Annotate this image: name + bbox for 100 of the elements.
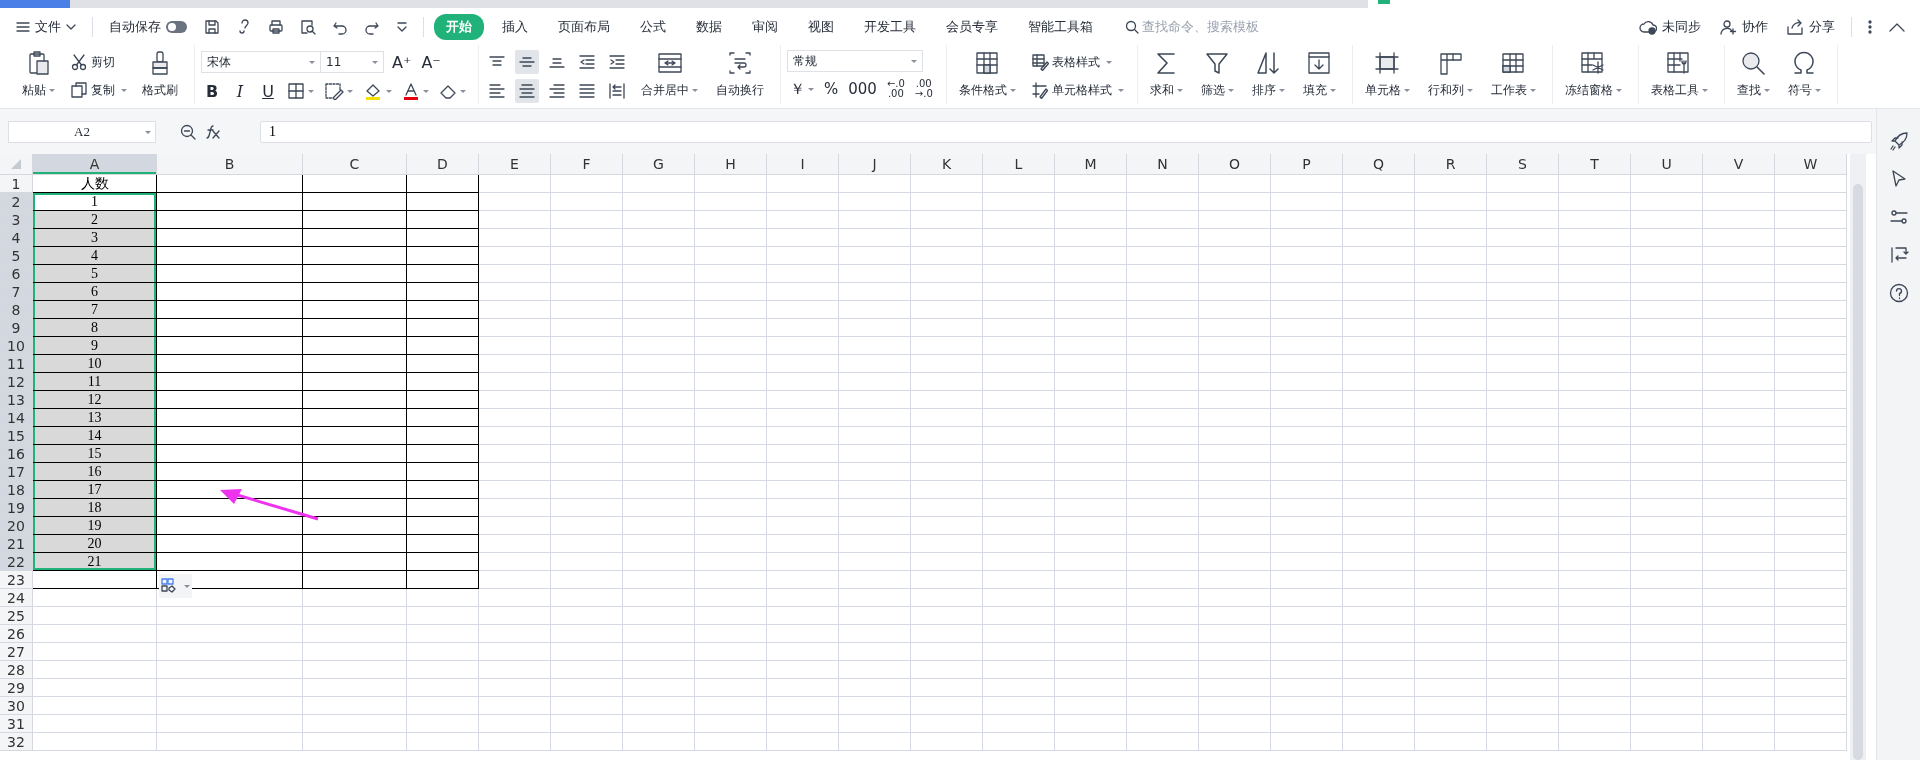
row-header[interactable]: 8 [0,301,33,319]
row-header[interactable]: 21 [0,535,33,553]
decimal-button[interactable]: .00 →.0 [911,77,936,101]
row-header[interactable]: 13 [0,391,33,409]
grow-font-button[interactable]: A⁺ [390,50,414,74]
ribbon-button[interactable]: 工作表 [1484,47,1542,101]
row-header[interactable]: 9 [0,319,33,337]
bold-button[interactable]: B [201,79,223,103]
ribbon-button[interactable]: 剪切 [67,51,130,73]
row-header[interactable]: 6 [0,265,33,283]
ribbon-button[interactable]: 复制 [67,79,130,101]
ribbon-button[interactable]: 自动换行 [710,47,770,101]
column-header[interactable]: J [839,154,911,175]
row-header[interactable]: 26 [0,625,33,643]
column-header[interactable]: I [767,154,839,175]
column-header[interactable]: L [983,154,1055,175]
number-button[interactable]: ￥ [787,77,817,101]
column-header[interactable]: U [1631,154,1703,175]
ribbon-button[interactable]: 填充 [1296,47,1342,101]
row-header[interactable]: 20 [0,517,33,535]
ribbon-tab[interactable]: 页面布局 [546,13,622,40]
row-header[interactable]: 2 [0,193,33,211]
autosave-toggle[interactable]: 自动保存 [103,13,193,40]
row-header[interactable]: 18 [0,481,33,499]
row-header[interactable]: 30 [0,697,33,715]
column-header[interactable]: M [1055,154,1127,175]
column-header[interactable]: F [551,154,623,175]
row-header[interactable]: 1 [0,175,33,193]
number-button[interactable]: % [821,77,842,101]
paste-options-button[interactable] [159,574,192,598]
row-header[interactable]: 14 [0,409,33,427]
column-header[interactable]: A [33,154,157,175]
row-header[interactable]: 28 [0,661,33,679]
ribbon-tab[interactable]: 开发工具 [852,13,928,40]
decimal-button[interactable]: ←.0 .00 [883,77,908,101]
row-header[interactable]: 24 [0,589,33,607]
column-header[interactable]: S [1487,154,1559,175]
ribbon-button[interactable]: 符号 [1781,47,1827,101]
ribbon-button[interactable]: 冻结窗格 [1558,47,1628,101]
row-header[interactable]: 12 [0,373,33,391]
ribbon-button[interactable]: 查找 [1730,47,1776,101]
align-button[interactable] [515,79,539,103]
ribbon-button[interactable]: 排序 [1245,47,1291,101]
row-header[interactable]: 4 [0,229,33,247]
ribbon-button[interactable]: 合并居中 [635,47,704,101]
row-header[interactable]: 10 [0,337,33,355]
italic-button[interactable]: I [229,79,251,103]
ribbon-button[interactable]: 单元格样式 [1027,79,1127,101]
column-header[interactable]: O [1199,154,1271,175]
ribbon-button[interactable]: 行和列 [1421,47,1479,101]
vertical-scrollbar[interactable] [1850,154,1866,760]
column-header[interactable]: T [1559,154,1631,175]
ribbon-tab[interactable]: 审阅 [740,13,790,40]
column-header[interactable]: K [911,154,983,175]
font-size-select[interactable]: 11 [320,51,384,73]
column-header[interactable]: Q [1343,154,1415,175]
number-button[interactable]: 000 [845,77,880,101]
row-header[interactable]: 27 [0,643,33,661]
ribbon-button[interactable]: 格式刷 [136,47,184,101]
row-header[interactable]: 15 [0,427,33,445]
row-header[interactable]: 19 [0,499,33,517]
row-header[interactable]: 29 [0,679,33,697]
row-header[interactable]: 23 [0,571,33,589]
font-select[interactable]: 宋体 [201,51,321,73]
underline-button[interactable]: U [257,79,279,103]
formula-input[interactable]: 1 [260,120,1872,143]
column-header[interactable]: H [695,154,767,175]
header-action[interactable]: 分享 [1780,13,1841,40]
column-header[interactable]: C [303,154,407,175]
ribbon-tab[interactable]: 智能工具箱 [1016,13,1105,40]
number-format-select[interactable]: 常规 [787,50,923,72]
row-header[interactable]: 32 [0,733,33,751]
ribbon-tab[interactable]: 公式 [628,13,678,40]
ribbon-button[interactable]: 表格样式 [1027,51,1127,73]
column-header[interactable]: E [479,154,551,175]
column-header[interactable]: V [1703,154,1775,175]
row-header[interactable]: 17 [0,463,33,481]
ribbon-button[interactable]: 粘贴 [16,47,61,101]
row-header[interactable]: 11 [0,355,33,373]
column-header[interactable]: N [1127,154,1199,175]
row-header[interactable]: 5 [0,247,33,265]
ribbon-button[interactable]: 条件格式 [952,47,1022,101]
header-action[interactable]: 未同步 [1633,13,1707,40]
column-header[interactable]: D [407,154,479,175]
ribbon-button[interactable]: 筛选 [1194,47,1240,101]
column-header[interactable]: P [1271,154,1343,175]
row-header[interactable]: 22 [0,553,33,571]
row-header[interactable]: 7 [0,283,33,301]
ribbon-tab[interactable]: 视图 [796,13,846,40]
header-action[interactable]: 协作 [1713,13,1774,40]
file-menu[interactable]: 文件 [10,13,82,40]
column-header[interactable]: R [1415,154,1487,175]
row-header[interactable]: 3 [0,211,33,229]
row-header[interactable]: 16 [0,445,33,463]
row-header[interactable]: 31 [0,715,33,733]
ribbon-tab[interactable]: 插入 [490,13,540,40]
align-button[interactable] [515,50,539,74]
ribbon-tab[interactable]: 会员专享 [934,13,1010,40]
row-header[interactable]: 25 [0,607,33,625]
column-header[interactable]: W [1775,154,1847,175]
